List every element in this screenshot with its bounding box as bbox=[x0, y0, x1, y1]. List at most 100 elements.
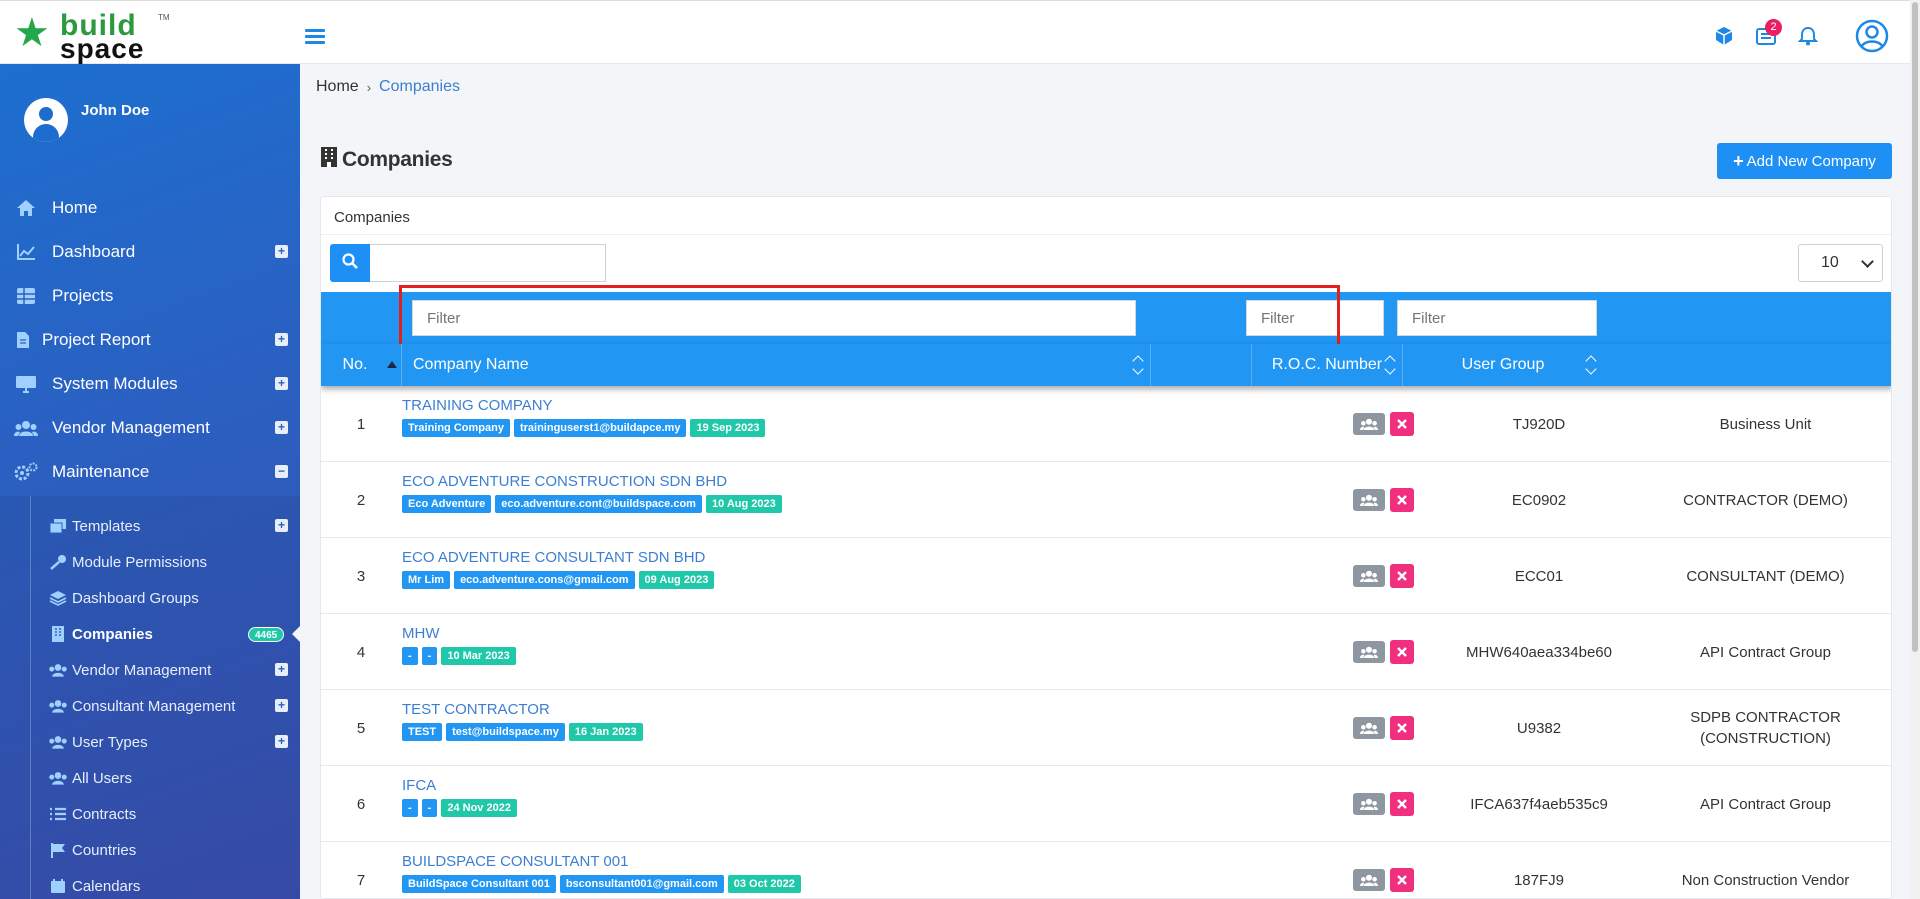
expand-icon[interactable]: + bbox=[275, 663, 288, 676]
user-account-icon[interactable] bbox=[1855, 19, 1889, 53]
cube-icon[interactable] bbox=[1713, 25, 1735, 47]
delete-company-button[interactable] bbox=[1390, 564, 1414, 588]
table-header: No. Company Name R.O.C. Number User Grou… bbox=[321, 344, 1891, 386]
contact-email-badge: eco.adventure.cont@buildspace.com bbox=[495, 495, 702, 513]
expand-icon[interactable]: + bbox=[275, 333, 288, 346]
user-group-filter[interactable] bbox=[1397, 300, 1597, 336]
sidebar-item-all-users[interactable]: All Users bbox=[0, 760, 300, 796]
table-row[interactable]: 7 BUILDSPACE CONSULTANT 001 BuildSpace Con… bbox=[321, 842, 1891, 898]
sidebar-item-label: Dashboard bbox=[52, 242, 136, 261]
page-size-select[interactable]: 10 bbox=[1798, 244, 1883, 282]
collapse-icon[interactable]: − bbox=[275, 465, 288, 478]
users-icon bbox=[1360, 494, 1378, 506]
table-row[interactable]: 2 ECO ADVENTURE CONSTRUCTION SDN BHD Eco A… bbox=[321, 462, 1891, 538]
scrollbar-thumb[interactable] bbox=[1912, 2, 1918, 652]
roc-number-filter[interactable] bbox=[1246, 300, 1384, 336]
column-header-no[interactable]: No. bbox=[321, 344, 401, 386]
contact-email-badge: - bbox=[421, 799, 438, 817]
search-input[interactable] bbox=[370, 244, 606, 282]
sidebar-item-label: Vendor Management bbox=[72, 661, 212, 679]
company-users-button[interactable] bbox=[1353, 489, 1385, 511]
flag-icon bbox=[48, 841, 68, 859]
company-users-button[interactable] bbox=[1353, 565, 1385, 587]
grid-icon bbox=[14, 286, 38, 306]
contact-name-badge: - bbox=[402, 799, 418, 817]
company-name-link[interactable]: MHW bbox=[402, 625, 440, 642]
sidebar-item-consultant-management[interactable]: Consultant Management + bbox=[0, 688, 300, 724]
sidebar-item-vendor-management[interactable]: Vendor Management + bbox=[0, 406, 300, 450]
table-row[interactable]: 6 IFCA - -24 Nov 2022 IFCA637f4aeb535c9 API C… bbox=[321, 766, 1891, 842]
sidebar-item-countries[interactable]: Countries bbox=[0, 832, 300, 868]
company-name-link[interactable]: ECO ADVENTURE CONSTRUCTION SDN BHD bbox=[402, 473, 727, 490]
company-name-link[interactable]: IFCA bbox=[402, 777, 436, 794]
sort-icon bbox=[1386, 357, 1396, 373]
table-row[interactable]: 5 TEST CONTRACTOR TEST test@buildspace.my 16… bbox=[321, 690, 1891, 766]
sidebar-item-contracts[interactable]: Contracts bbox=[0, 796, 300, 832]
sidebar-item-dashboard[interactable]: Dashboard + bbox=[0, 230, 300, 274]
delete-company-button[interactable] bbox=[1390, 640, 1414, 664]
sidebar-item-maintenance[interactable]: Maintenance − bbox=[0, 450, 300, 494]
search-button[interactable] bbox=[330, 244, 370, 282]
company-name-filter[interactable] bbox=[412, 300, 1136, 336]
buildspace-logo[interactable]: ★ build space TM bbox=[14, 11, 170, 63]
task-list-icon[interactable]: 2 bbox=[1755, 19, 1782, 47]
contact-name-badge: TEST bbox=[402, 723, 443, 741]
delete-company-button[interactable] bbox=[1390, 716, 1414, 740]
company-name-link[interactable]: TRAINING COMPANY bbox=[402, 397, 553, 414]
bell-icon[interactable] bbox=[1797, 25, 1819, 47]
sidebar-item-label: Vendor Management bbox=[52, 418, 210, 437]
page-scrollbar[interactable] bbox=[1910, 0, 1920, 899]
menu-toggle-icon[interactable] bbox=[305, 29, 325, 45]
delete-company-button[interactable] bbox=[1390, 412, 1414, 436]
users-icon bbox=[1360, 722, 1378, 734]
column-header-user-group[interactable]: User Group bbox=[1402, 344, 1603, 386]
row-number: 3 bbox=[356, 567, 366, 585]
company-name-link[interactable]: BUILDSPACE CONSULTANT 001 bbox=[402, 853, 628, 870]
add-new-company-button[interactable]: + Add New Company bbox=[1717, 143, 1892, 179]
company-users-button[interactable] bbox=[1353, 641, 1385, 663]
expand-icon[interactable]: + bbox=[275, 245, 288, 258]
column-header-company-name[interactable]: Company Name bbox=[401, 344, 1150, 386]
sidebar-item-user-types[interactable]: User Types + bbox=[0, 724, 300, 760]
roc-number: ECC01 bbox=[1514, 567, 1564, 585]
sidebar-item-home[interactable]: Home bbox=[0, 186, 300, 230]
expand-icon[interactable]: + bbox=[275, 421, 288, 434]
close-icon bbox=[1397, 571, 1407, 581]
expand-icon[interactable]: + bbox=[275, 735, 288, 748]
date-badge: 16 Jan 2023 bbox=[568, 723, 643, 741]
expand-icon[interactable]: + bbox=[275, 519, 288, 532]
sidebar-item-calendars[interactable]: Calendars bbox=[0, 868, 300, 899]
sidebar-item-dashboard-groups[interactable]: Dashboard Groups bbox=[0, 580, 300, 616]
sidebar-item-vendor-management-sub[interactable]: Vendor Management + bbox=[0, 652, 300, 688]
sidebar-item-project-report[interactable]: Project Report + bbox=[0, 318, 300, 362]
sidebar-item-templates[interactable]: Templates + bbox=[0, 508, 300, 544]
user-profile[interactable]: John Doe bbox=[0, 64, 300, 184]
company-users-button[interactable] bbox=[1353, 717, 1385, 739]
delete-company-button[interactable] bbox=[1390, 488, 1414, 512]
table-row[interactable]: 3 ECO ADVENTURE CONSULTANT SDN BHD Mr Lim e… bbox=[321, 538, 1891, 614]
table-row[interactable]: 4 MHW - -10 Mar 2023 MHW640aea334be60 API Con… bbox=[321, 614, 1891, 690]
column-header-roc-number[interactable]: R.O.C. Number bbox=[1251, 344, 1402, 386]
user-group: Non Construction Vendor bbox=[1681, 871, 1850, 889]
sidebar-item-system-modules[interactable]: System Modules + bbox=[0, 362, 300, 406]
expand-icon[interactable]: + bbox=[275, 699, 288, 712]
contact-name-badge: Mr Lim bbox=[402, 571, 451, 589]
sidebar-item-companies[interactable]: Companies 4465 bbox=[0, 616, 300, 652]
delete-company-button[interactable] bbox=[1390, 792, 1414, 816]
sidebar-item-module-permissions[interactable]: Module Permissions bbox=[0, 544, 300, 580]
table-row[interactable]: 1 TRAINING COMPANY Training Company trainin… bbox=[321, 386, 1891, 462]
roc-number: TJ920D bbox=[1512, 415, 1566, 433]
contact-name-badge: Training Company bbox=[402, 419, 510, 437]
company-users-button[interactable] bbox=[1353, 869, 1385, 891]
delete-company-button[interactable] bbox=[1390, 868, 1414, 892]
breadcrumb-current[interactable]: Companies bbox=[379, 78, 460, 96]
company-name-link[interactable]: ECO ADVENTURE CONSULTANT SDN BHD bbox=[402, 549, 705, 566]
company-tags: Training Company traininguserst1@buildapc… bbox=[402, 419, 769, 437]
breadcrumb-home[interactable]: Home bbox=[316, 78, 359, 96]
sidebar-item-projects[interactable]: Projects bbox=[0, 274, 300, 318]
company-name-link[interactable]: TEST CONTRACTOR bbox=[402, 701, 550, 718]
expand-icon[interactable]: + bbox=[275, 377, 288, 390]
breadcrumb: Home › Companies bbox=[316, 78, 460, 96]
company-users-button[interactable] bbox=[1353, 793, 1385, 815]
company-users-button[interactable] bbox=[1353, 413, 1385, 435]
